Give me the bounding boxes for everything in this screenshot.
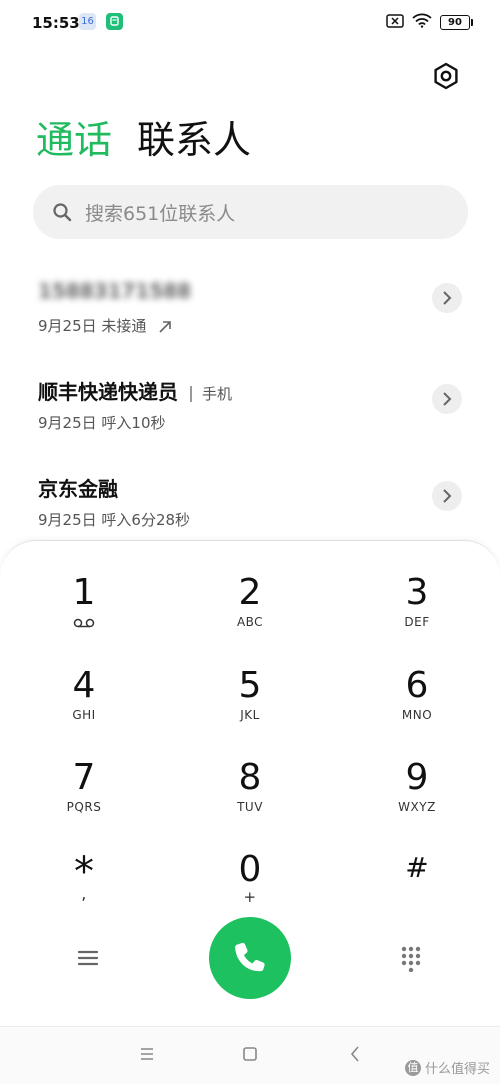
app-notification-icon [106, 13, 123, 30]
status-bar: 15:53 16 90 [0, 0, 500, 46]
key-hash[interactable]: # [357, 850, 477, 930]
call-status: 未接通 [101, 317, 147, 335]
settings-icon [434, 62, 458, 90]
key-digit: 2 [238, 572, 262, 613]
watermark-logo: 值 [404, 1059, 421, 1076]
key-digit: 8 [238, 757, 262, 798]
key-digit: 4 [72, 665, 96, 706]
call-date: 9月25日 [38, 511, 97, 529]
key-digit: 9 [405, 757, 429, 798]
notification-badge: 16 [79, 13, 96, 30]
call-log-name: 京东金融 [38, 477, 118, 501]
call-log-name: 顺丰快递快递员 手机 [38, 376, 232, 405]
call-log-item[interactable]: 15883171588 9月25日 未接通 [0, 279, 500, 369]
key-7[interactable]: 7 PQRS [24, 758, 144, 838]
key-letters: , [81, 884, 87, 903]
key-letters: PQRS [66, 800, 102, 814]
call-date: 9月25日 [38, 317, 97, 335]
chevron-right-icon [443, 489, 452, 503]
call-detail-button[interactable] [432, 283, 462, 313]
key-digit: 1 [72, 572, 96, 613]
key-letters: MNO [401, 708, 433, 722]
call-log-number: 15883171588 [38, 279, 192, 303]
key-letters: JKL [240, 708, 260, 722]
voicemail-icon [73, 618, 95, 628]
search-input[interactable]: 搜索651位联系人 [33, 185, 468, 239]
nav-recents-icon[interactable] [139, 1047, 155, 1061]
key-star[interactable]: * , [24, 850, 144, 930]
mute-icon [386, 13, 404, 32]
key-6[interactable]: 6 MNO [357, 666, 477, 746]
number-type: 手机 [202, 385, 233, 403]
key-digit: 6 [405, 665, 429, 706]
menu-button[interactable] [76, 948, 100, 972]
call-log-detail: 9月25日 呼入6分28秒 [38, 509, 190, 530]
menu-icon [77, 950, 99, 966]
key-digit: # [405, 851, 429, 884]
key-8[interactable]: 8 TUV [190, 758, 310, 838]
key-3[interactable]: 3 DEF [357, 573, 477, 653]
watermark-text: 什么值得买 [424, 1062, 490, 1077]
call-detail-button[interactable] [432, 384, 462, 414]
settings-button[interactable] [431, 61, 461, 91]
call-status: 呼入10秒 [101, 414, 166, 432]
key-2[interactable]: 2 ABC [190, 573, 310, 653]
call-detail-button[interactable] [432, 481, 462, 511]
key-letters: GHI [72, 708, 96, 722]
dialpad-toggle-button[interactable] [401, 946, 421, 976]
key-letters: TUV [237, 800, 263, 814]
contact-name: 顺丰快递快递员 [38, 380, 178, 404]
call-log-detail: 9月25日 未接通 [38, 315, 173, 336]
call-status: 呼入6分28秒 [101, 511, 191, 529]
key-4[interactable]: 4 GHI [24, 666, 144, 746]
nav-home-icon[interactable] [242, 1046, 258, 1062]
key-digit: 0 [238, 849, 262, 890]
tab-contacts[interactable]: 联系人 [137, 116, 251, 164]
tab-calls[interactable]: 通话 [36, 116, 112, 164]
call-log-detail: 9月25日 呼入10秒 [38, 412, 166, 433]
call-log-item[interactable]: 顺丰快递快递员 手机 9月25日 呼入10秒 [0, 376, 500, 466]
wifi-icon [412, 13, 432, 32]
key-letters: WXYZ [398, 800, 436, 814]
separator [190, 385, 192, 402]
key-1[interactable]: 1 [24, 573, 144, 653]
watermark: 值 什么值得买 [404, 1058, 490, 1077]
chevron-right-icon [443, 291, 452, 305]
key-letters: DEF [404, 615, 430, 629]
key-letters: ABC [236, 615, 264, 629]
phone-icon [235, 942, 265, 972]
missed-call-arrow-icon [159, 320, 172, 333]
key-9[interactable]: 9 WXYZ [357, 758, 477, 838]
call-date: 9月25日 [38, 414, 97, 432]
status-time: 15:53 [32, 14, 80, 32]
key-5[interactable]: 5 JKL [190, 666, 310, 746]
key-digit: 3 [405, 572, 429, 613]
tab-bar: 通话 联系人 [36, 116, 251, 164]
search-icon [53, 203, 72, 222]
battery-indicator: 90 [440, 15, 473, 30]
nav-back-icon[interactable] [349, 1045, 361, 1063]
dialpad-icon [401, 946, 421, 973]
chevron-right-icon [443, 392, 452, 406]
search-placeholder: 搜索651位联系人 [85, 202, 236, 225]
call-button[interactable] [209, 917, 291, 999]
key-digit: 5 [238, 665, 262, 706]
key-digit: 7 [72, 757, 96, 798]
key-letters: + [243, 888, 257, 906]
